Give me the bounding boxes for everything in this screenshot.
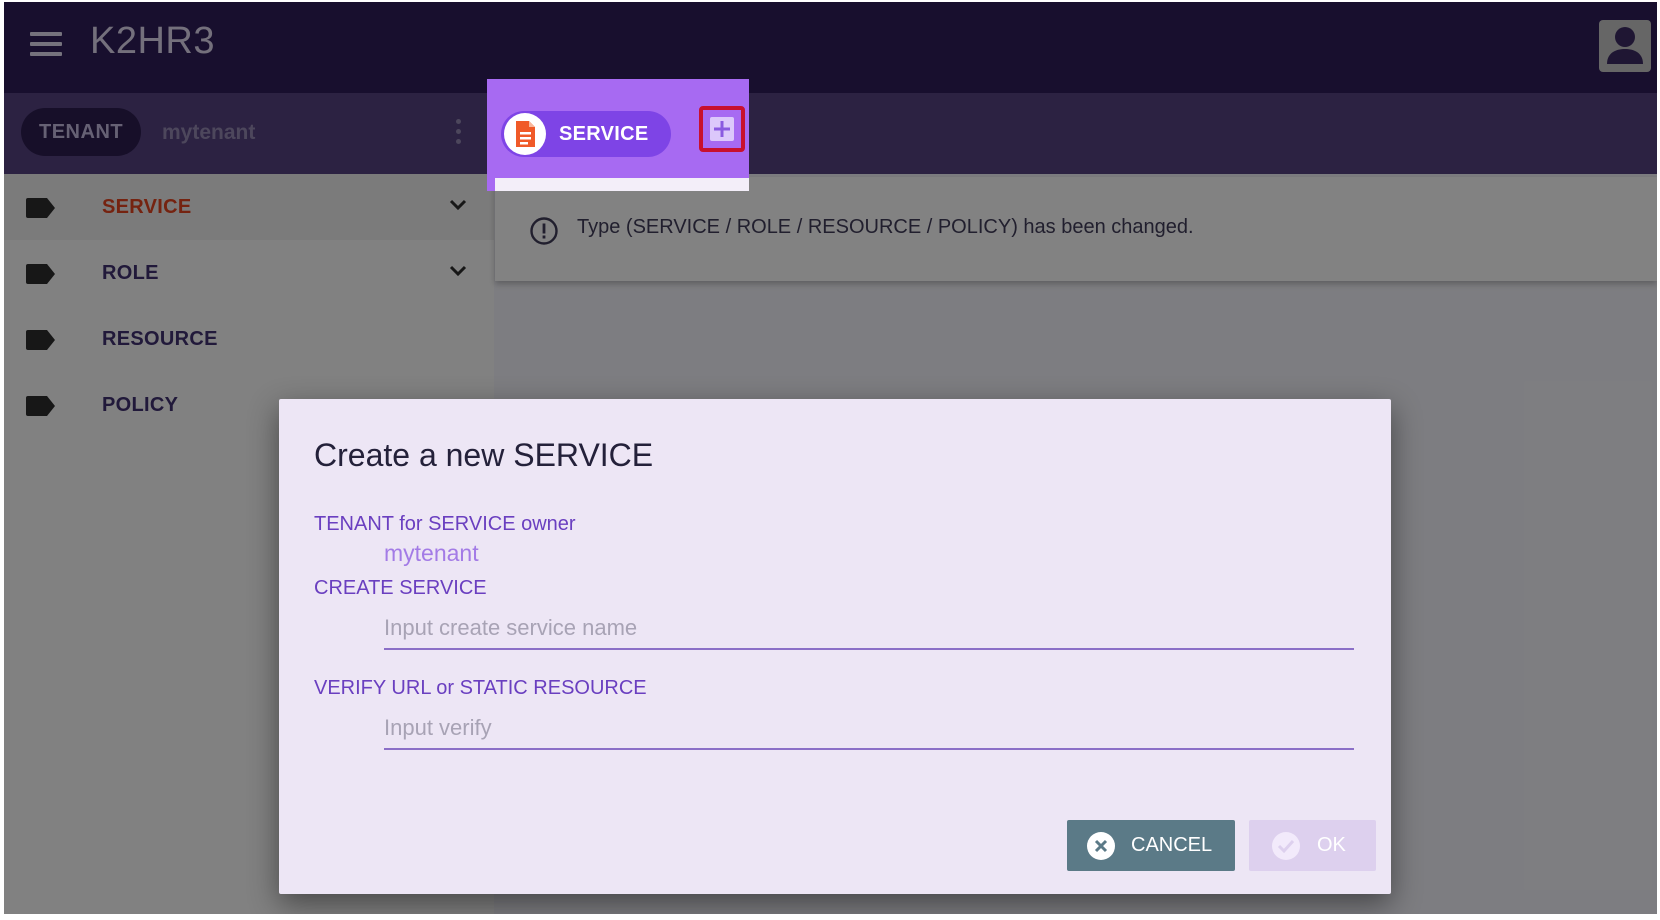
service-name-input[interactable] (384, 608, 1354, 650)
service-chip[interactable]: SERVICE (501, 111, 671, 157)
owner-value: mytenant (384, 540, 479, 566)
ok-button[interactable]: OK (1249, 820, 1376, 871)
service-chip-label: SERVICE (559, 123, 649, 145)
document-icon (504, 113, 546, 155)
cancel-circle-icon (1087, 832, 1115, 860)
verify-label: VERIFY URL or STATIC RESOURCE (314, 677, 647, 699)
service-name-label: CREATE SERVICE (314, 577, 487, 599)
dialog-title: Create a new SERVICE (314, 437, 654, 473)
app-window: K2HR3 TENANT mytenant SERVICE ROLE RESOU… (4, 2, 1657, 914)
check-circle-icon (1272, 832, 1300, 860)
ok-button-label: OK (1317, 834, 1346, 856)
create-service-dialog: Create a new SERVICE TENANT for SERVICE … (279, 399, 1391, 894)
cancel-button[interactable]: CANCEL (1067, 820, 1235, 871)
verify-input[interactable] (384, 708, 1354, 750)
toolbar-strip (495, 178, 749, 191)
service-toolbar: SERVICE (487, 79, 749, 191)
add-icon (710, 117, 734, 141)
add-service-button[interactable] (699, 106, 745, 152)
owner-label: TENANT for SERVICE owner (314, 513, 576, 535)
cancel-button-label: CANCEL (1131, 834, 1213, 856)
